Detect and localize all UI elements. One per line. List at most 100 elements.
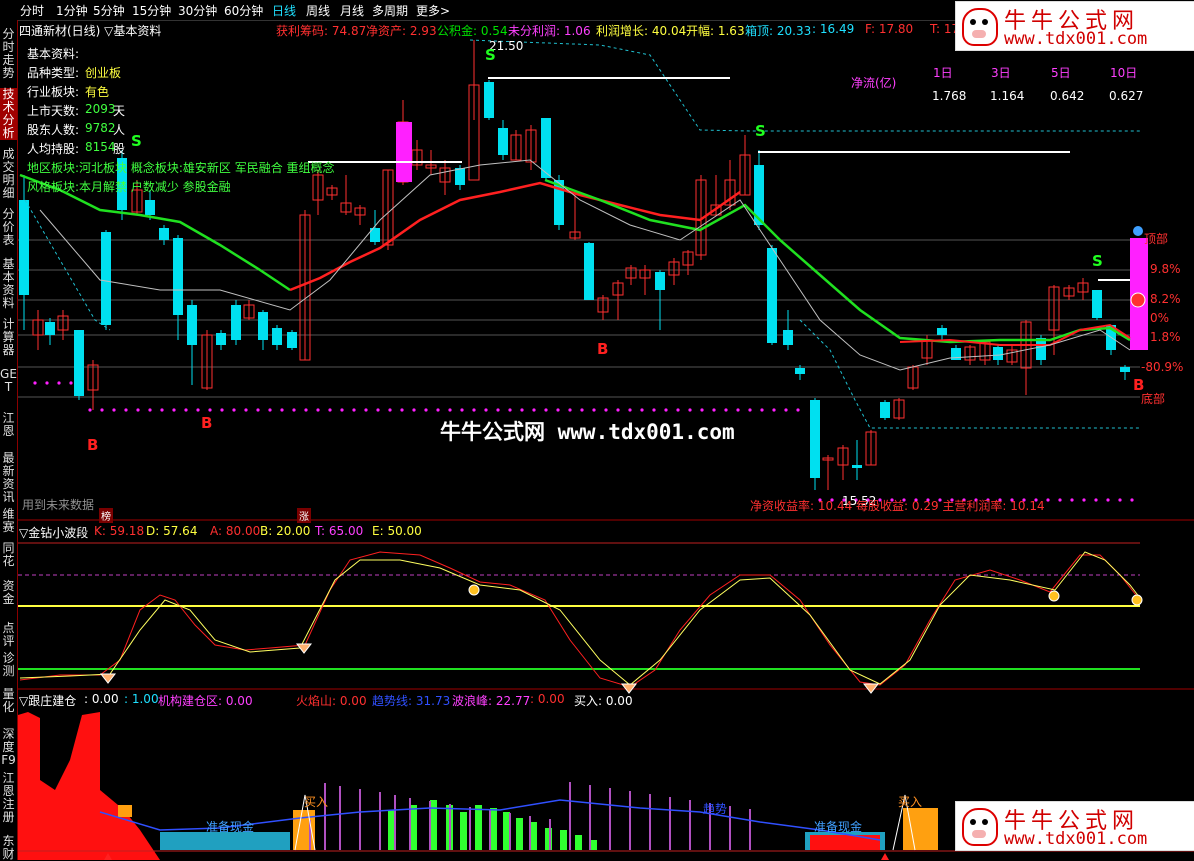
kd-d-line [19, 551, 1141, 686]
netflow-header-0: 1日 [933, 66, 953, 80]
support-dot [772, 408, 776, 412]
netflow-header-3: 10日 [1110, 66, 1138, 80]
candle-body-31 [455, 168, 465, 185]
level-label-4: -80.9% [1141, 360, 1184, 374]
support-dot [196, 408, 200, 412]
support-dot [616, 408, 620, 412]
candle-body-55 [795, 368, 805, 374]
support-dot [112, 408, 116, 412]
support-dot [364, 408, 368, 412]
support-dot [136, 408, 140, 412]
sell-signal-2: S [755, 122, 766, 140]
support-dot [472, 408, 476, 412]
watermark-logo-bottom: 牛牛公式网 www.tdx001.com [955, 801, 1194, 851]
support-dot [496, 408, 500, 412]
tag-bang: 榜 [99, 508, 113, 523]
candle-body-37 [541, 118, 551, 178]
main-stat-0: 获利筹码: 74.87 [276, 24, 367, 38]
ma-red-1 [289, 181, 741, 292]
netflow-value-2: 0.642 [1050, 89, 1085, 103]
candle-body-19 [287, 332, 297, 348]
support-dot-low [1046, 498, 1050, 502]
ma-green-2 [544, 178, 1131, 344]
support-dot [796, 408, 800, 412]
candle-body-56 [810, 400, 820, 478]
support-dot-low [1094, 498, 1098, 502]
cash-label-1: 准备现金 [206, 820, 255, 834]
zz-stat-4: 趋势线: 31.73 [372, 694, 451, 708]
info-row-label-3: 股东人数: [27, 123, 80, 137]
support-dot [412, 408, 416, 412]
candle-body-17 [258, 312, 268, 340]
main-stat-2: 公积金: 0.54 [437, 24, 508, 38]
support-dot [388, 408, 392, 412]
info-heading: 基本资料: [27, 47, 80, 61]
zz-stat-1: : 1.00 [124, 692, 159, 706]
support-dot [544, 408, 548, 412]
support-dot [712, 408, 716, 412]
gold-ball-icon [468, 584, 480, 596]
candle-body-54 [783, 330, 793, 345]
candle-body-10 [159, 228, 169, 240]
candle-body-11 [173, 238, 183, 315]
main-stat-4: 利润增长: 40.04 [596, 24, 687, 38]
candle-body-45 [655, 272, 665, 290]
support-dot [292, 408, 296, 412]
watermark-url: www.tdx001.com [1004, 29, 1148, 49]
baseline-marker-icon [881, 853, 889, 860]
netflow-value-1: 1.164 [990, 89, 1025, 103]
gold-ball-icon [1131, 594, 1143, 606]
support-dot [160, 408, 164, 412]
netflow-header-1: 3日 [991, 66, 1011, 80]
support-dot [340, 408, 344, 412]
buy-signal-2: B [597, 340, 609, 358]
candle-body-0 [19, 200, 29, 295]
future-data-note: 用到未来数据 [22, 498, 95, 512]
info-row-value-2: 2093 [85, 102, 116, 116]
support-dot [532, 408, 536, 412]
zz-stat-7: 买入: 0.00 [574, 694, 633, 708]
red-bars-2 [810, 835, 880, 850]
watermark-url: www.tdx001.com [1004, 829, 1148, 849]
support-dot [736, 408, 740, 412]
candle-body-53 [767, 248, 777, 343]
dash-trend-2 [469, 39, 1140, 132]
netflow-value-0: 1.768 [932, 89, 967, 103]
flame-mountain-area [18, 712, 160, 860]
support-dot [688, 408, 692, 412]
netflow-header-2: 5日 [1051, 66, 1071, 80]
trend-label: 趋势 [703, 802, 728, 816]
info-row-unit-3: 人 [113, 123, 126, 137]
support-dot [676, 408, 680, 412]
netflow-label: 净流(亿) [851, 76, 897, 90]
cow-logo-icon [962, 8, 998, 46]
support-dot [184, 408, 188, 412]
candle-body-78 [1120, 367, 1130, 372]
support-dot-low [1130, 498, 1134, 502]
support-dot [664, 408, 668, 412]
support-dot [484, 408, 488, 412]
support-dot-low [1106, 498, 1110, 502]
support-dot [424, 408, 428, 412]
support-dot [88, 408, 92, 412]
support-dot [700, 408, 704, 412]
info-row-value-1: 有色 [85, 85, 110, 99]
support-dot [652, 408, 656, 412]
candle-body-76 [1092, 290, 1102, 318]
support-dot [508, 408, 512, 412]
zz-green-bar [516, 818, 523, 850]
support-dot-left [45, 381, 49, 385]
candle-body-34 [498, 128, 508, 155]
zz-green-bar [590, 840, 597, 850]
zz-green-bar [503, 812, 510, 850]
info-row-label-0: 品种类型: [27, 66, 80, 80]
support-dot [172, 408, 176, 412]
cow-logo-icon [962, 808, 998, 846]
support-dot-left [57, 381, 61, 385]
buy-signal-3: B [1133, 376, 1145, 394]
support-dot [328, 408, 332, 412]
zz-green-bar [530, 822, 537, 850]
sell-signal-1: S [485, 46, 496, 64]
support-dot [748, 408, 752, 412]
support-dot [460, 408, 464, 412]
